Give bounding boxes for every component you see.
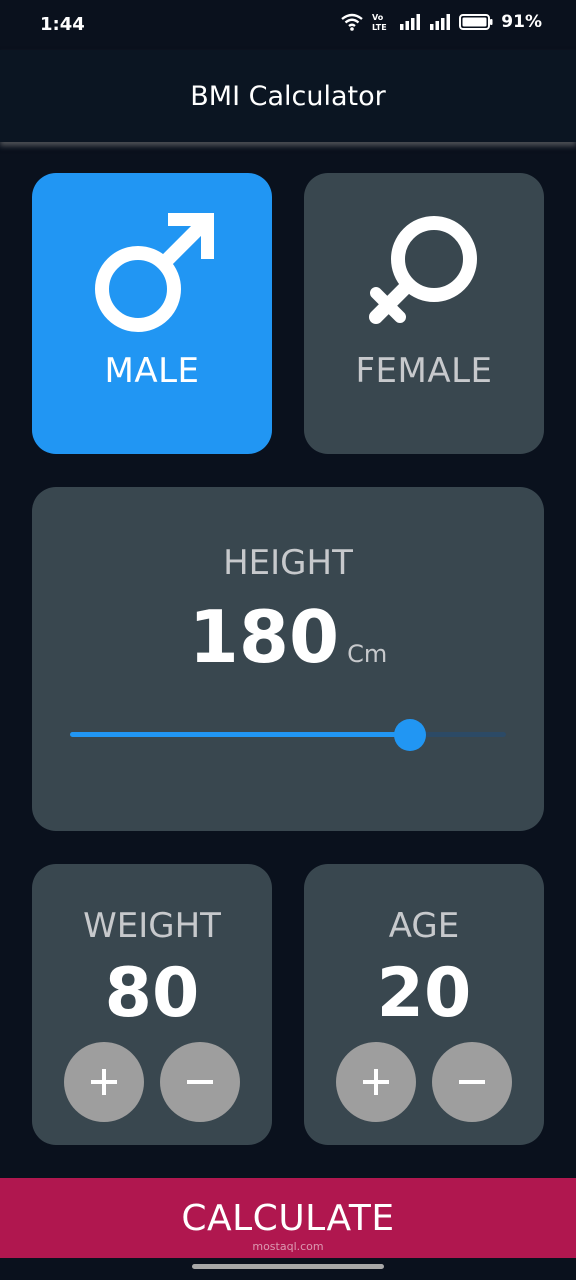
battery-icon bbox=[459, 14, 493, 30]
battery-percent: 91% bbox=[501, 12, 542, 32]
plus-icon bbox=[363, 1069, 389, 1095]
weight-label: WEIGHT bbox=[83, 906, 221, 946]
svg-text:LTE: LTE bbox=[372, 23, 387, 32]
weight-card: WEIGHT 80 bbox=[32, 864, 272, 1145]
status-bar: 1:44 Vo LTE 91% bbox=[0, 0, 576, 50]
age-decrement-button[interactable] bbox=[432, 1042, 512, 1122]
female-card[interactable]: FEMALE bbox=[304, 173, 544, 454]
male-symbol-icon bbox=[95, 213, 214, 332]
female-symbol-icon bbox=[369, 216, 477, 324]
svg-text:Vo: Vo bbox=[372, 13, 384, 22]
male-card[interactable]: MALE bbox=[32, 173, 272, 454]
height-slider[interactable] bbox=[70, 719, 506, 751]
status-icons: Vo LTE 91% bbox=[341, 12, 542, 32]
plus-icon bbox=[91, 1069, 117, 1095]
weight-value: 80 bbox=[104, 954, 200, 1033]
wifi-icon bbox=[341, 13, 364, 31]
app-bar: BMI Calculator bbox=[0, 50, 576, 142]
slider-fill bbox=[70, 732, 410, 737]
age-card: AGE 20 bbox=[304, 864, 544, 1145]
watermark: mostaql.com bbox=[252, 1240, 324, 1253]
height-unit: Cm bbox=[347, 640, 388, 668]
gesture-handle[interactable] bbox=[192, 1264, 384, 1269]
nav-bar bbox=[0, 1258, 576, 1280]
slider-thumb[interactable] bbox=[393, 719, 426, 751]
volte-icon: Vo LTE bbox=[372, 13, 387, 32]
male-label: MALE bbox=[104, 351, 200, 391]
weight-increment-button[interactable] bbox=[64, 1042, 144, 1122]
age-label: AGE bbox=[388, 906, 460, 946]
calculate-label: CALCULATE bbox=[181, 1197, 395, 1239]
weight-decrement-button[interactable] bbox=[160, 1042, 240, 1122]
height-label: HEIGHT bbox=[223, 543, 353, 583]
signal-icon bbox=[430, 14, 451, 30]
signal-icon bbox=[400, 14, 421, 30]
age-value: 20 bbox=[376, 954, 472, 1033]
height-card: HEIGHT 180 Cm bbox=[32, 487, 544, 831]
height-display: 180 Cm bbox=[32, 595, 544, 679]
page-title: BMI Calculator bbox=[190, 80, 386, 112]
minus-icon bbox=[187, 1080, 213, 1084]
height-value: 180 bbox=[188, 595, 340, 679]
female-label: FEMALE bbox=[355, 351, 493, 391]
minus-icon bbox=[459, 1080, 485, 1084]
age-increment-button[interactable] bbox=[336, 1042, 416, 1122]
status-time: 1:44 bbox=[40, 14, 85, 35]
